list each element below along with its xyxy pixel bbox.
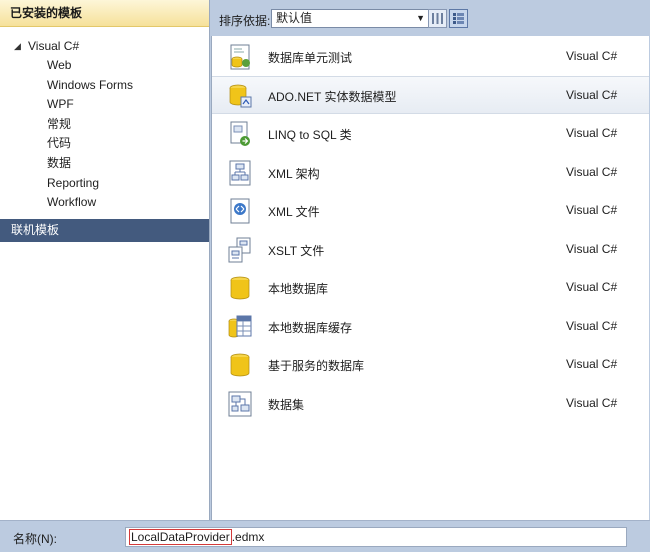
service-database-icon xyxy=(230,353,250,377)
sort-by-dropdown[interactable]: 默认值 ▼ xyxy=(271,9,429,28)
medium-icons-view-icon xyxy=(432,13,443,24)
template-row-xml-file[interactable]: XML 文件 Visual C# xyxy=(212,192,649,230)
tree-item-general[interactable]: 常规 xyxy=(47,115,71,133)
xml-schema-icon xyxy=(229,160,251,186)
sort-toolbar: 排序依据: 默认值 ▼ xyxy=(210,0,650,36)
template-name: XML 文件 xyxy=(268,205,320,219)
name-highlighted-text: LocalDataProvider xyxy=(129,529,232,545)
template-row-dataset[interactable]: 数据集 Visual C# xyxy=(212,385,649,423)
template-name: 数据库单元测试 xyxy=(268,51,353,65)
tree-item-workflow[interactable]: Workflow xyxy=(47,193,96,211)
template-language: Visual C# xyxy=(566,357,618,371)
local-database-icon xyxy=(230,276,250,300)
dropdown-arrow-icon: ▼ xyxy=(416,13,425,23)
xslt-file-icon xyxy=(228,237,251,263)
installed-templates-header: 已安装的模板 xyxy=(0,0,209,27)
template-row-database-unit-test[interactable]: 数据库单元测试 Visual C# xyxy=(212,38,649,76)
name-label: 名称(N): xyxy=(13,532,57,546)
template-name: 本地数据库缓存 xyxy=(268,321,353,335)
collapse-triangle-icon[interactable]: ◢ xyxy=(14,37,28,55)
list-view-button[interactable] xyxy=(449,9,468,28)
template-name: 数据集 xyxy=(268,398,305,412)
tree-item-wpf[interactable]: WPF xyxy=(47,95,74,113)
template-language: Visual C# xyxy=(566,165,618,179)
template-name: 本地数据库 xyxy=(268,282,329,296)
tree-item-windows-forms[interactable]: Windows Forms xyxy=(47,76,133,94)
template-row-xslt-file[interactable]: XSLT 文件 Visual C# xyxy=(212,231,649,269)
template-language: Visual C# xyxy=(566,88,618,102)
sort-by-value: 默认值 xyxy=(276,11,313,25)
template-row-ado-net-entity-data-model[interactable]: ADO.NET 实体数据模型 Visual C# xyxy=(212,76,649,114)
template-name: LINQ to SQL 类 xyxy=(268,128,352,142)
template-language: Visual C# xyxy=(566,280,618,294)
dataset-icon xyxy=(228,391,252,417)
list-view-icon xyxy=(453,13,464,24)
medium-icons-view-button[interactable] xyxy=(428,9,447,28)
tree-item-code[interactable]: 代码 xyxy=(47,134,71,152)
template-language: Visual C# xyxy=(566,319,618,333)
xml-file-icon xyxy=(230,198,250,224)
name-extension: .edmx xyxy=(231,530,265,544)
template-name: XSLT 文件 xyxy=(268,244,325,258)
database-unit-test-icon xyxy=(230,44,250,70)
template-row-local-database-cache[interactable]: 本地数据库缓存 Visual C# xyxy=(212,308,649,346)
installed-templates-pane: 已安装的模板 ◢ Visual C# Web Windows Forms WPF… xyxy=(0,0,210,520)
template-name: 基于服务的数据库 xyxy=(268,359,365,373)
template-row-local-database[interactable]: 本地数据库 Visual C# xyxy=(212,269,649,307)
template-language: Visual C# xyxy=(566,49,618,63)
linq-to-sql-icon xyxy=(230,121,250,146)
template-language: Visual C# xyxy=(566,242,618,256)
template-language: Visual C# xyxy=(566,396,618,410)
tree-item-reporting[interactable]: Reporting xyxy=(47,174,99,192)
local-database-cache-icon xyxy=(228,315,252,338)
tree-item-data[interactable]: 数据 xyxy=(47,154,71,172)
template-row-service-based-database[interactable]: 基于服务的数据库 Visual C# xyxy=(212,346,649,384)
template-language: Visual C# xyxy=(566,126,618,140)
sort-by-label: 排序依据: xyxy=(219,14,271,28)
tree-node-label: Visual C# xyxy=(28,39,80,53)
name-input[interactable]: LocalDataProvider .edmx xyxy=(125,527,627,547)
template-name: ADO.NET 实体数据模型 xyxy=(268,90,397,104)
template-name: XML 架构 xyxy=(268,167,320,181)
template-list: 数据库单元测试 Visual C# ADO.NET 实体数据模型 Visual … xyxy=(211,36,649,520)
template-row-linq-to-sql[interactable]: LINQ to SQL 类 Visual C# xyxy=(212,115,649,153)
tree-node-visual-csharp[interactable]: ◢ Visual C# xyxy=(14,37,79,55)
name-bar: 名称(N): LocalDataProvider .edmx xyxy=(0,520,650,552)
entity-data-model-icon xyxy=(229,84,252,108)
tree-item-web[interactable]: Web xyxy=(47,56,71,74)
template-language: Visual C# xyxy=(566,203,618,217)
online-templates-item[interactable]: 联机模板 xyxy=(0,219,209,242)
template-row-xml-schema[interactable]: XML 架构 Visual C# xyxy=(212,154,649,192)
